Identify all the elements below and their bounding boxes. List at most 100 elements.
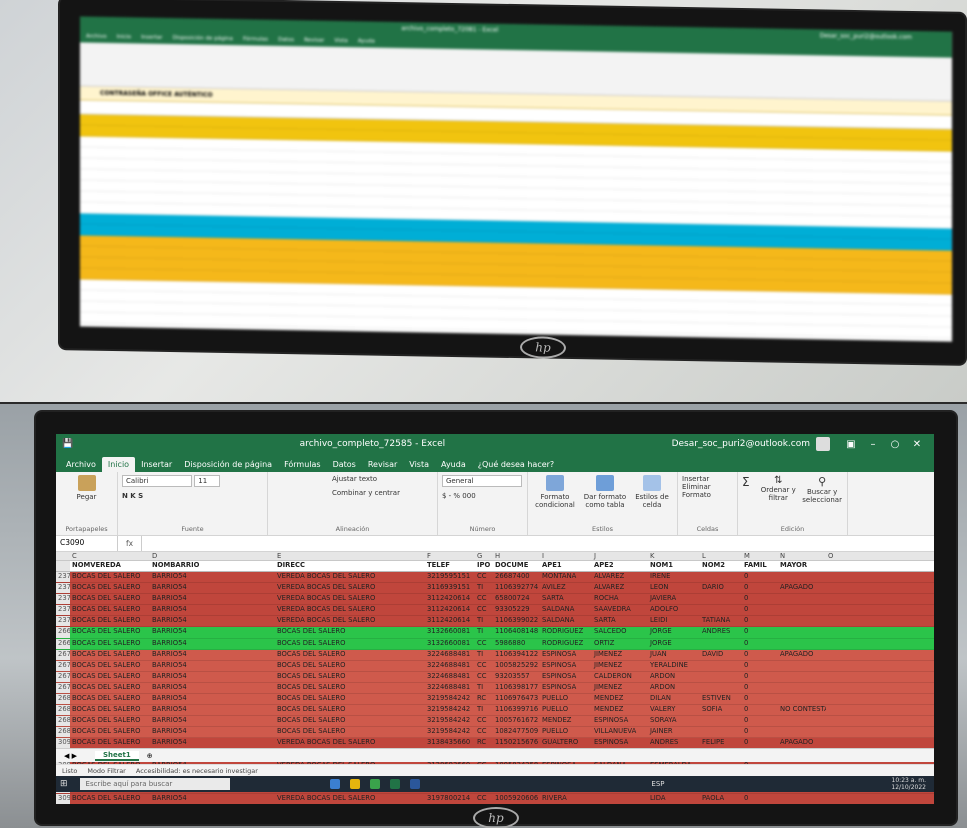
- table-cell[interactable]: ESPINOSA: [540, 672, 592, 682]
- table-cell[interactable]: CC: [475, 716, 493, 726]
- table-cell[interactable]: [778, 661, 826, 671]
- tab-datos[interactable]: Datos: [327, 457, 362, 472]
- table-cell[interactable]: APAGADO: [778, 583, 826, 593]
- table-cell[interactable]: PUELLO: [540, 727, 592, 737]
- table-cell[interactable]: BARRIO54: [150, 727, 275, 737]
- table-cell[interactable]: BARRIO54: [150, 683, 275, 693]
- sort-filter-button[interactable]: ⇅ Ordenar y filtrar: [759, 475, 797, 532]
- table-cell[interactable]: LEIDI: [648, 616, 700, 626]
- minimize-icon[interactable]: –: [862, 439, 884, 450]
- table-cell[interactable]: APAGADO: [778, 650, 826, 660]
- table-cell[interactable]: 1106399022: [493, 616, 540, 626]
- table-cell[interactable]: 3112420614: [425, 616, 475, 626]
- table-cell[interactable]: ESTIVEN: [700, 694, 742, 704]
- table-cell[interactable]: 0: [742, 605, 778, 615]
- table-cell[interactable]: 26687400: [493, 572, 540, 582]
- table-cell[interactable]: NO CONTESTARON: [778, 705, 826, 715]
- row-number[interactable]: 2664: [56, 627, 70, 638]
- font-size-select[interactable]: 11: [194, 475, 221, 487]
- bold-italic-underline[interactable]: N K S: [122, 492, 263, 500]
- table-cell[interactable]: RC: [475, 738, 493, 748]
- table-cell[interactable]: BARRIO54: [150, 627, 275, 637]
- table-cell[interactable]: MENDEZ: [592, 705, 648, 715]
- column-letter[interactable]: H: [493, 552, 540, 560]
- column-letter[interactable]: D: [150, 552, 275, 560]
- column-letter[interactable]: G: [475, 552, 493, 560]
- column-letter[interactable]: L: [700, 552, 742, 560]
- table-cell[interactable]: BOCAS DEL SALERO: [70, 605, 150, 615]
- table-cell[interactable]: BOCAS DEL SALERO: [70, 683, 150, 693]
- column-header[interactable]: NOMBARRIO: [150, 561, 275, 571]
- column-letter[interactable]: [56, 552, 70, 560]
- cell-styles-button[interactable]: Estilos de celda: [632, 475, 672, 532]
- table-cell[interactable]: MONTAÑA: [540, 572, 592, 582]
- table-cell[interactable]: 0: [742, 727, 778, 737]
- table-cell[interactable]: 3132660081: [425, 627, 475, 637]
- taskbar-excel-icon[interactable]: [389, 779, 400, 789]
- table-cell[interactable]: BOCAS DEL SALERO: [70, 794, 150, 804]
- table-cell[interactable]: 3132660081: [425, 639, 475, 649]
- table-cell[interactable]: BOCAS DEL SALERO: [70, 738, 150, 748]
- table-cell[interactable]: 1005920606: [493, 794, 540, 804]
- table-cell[interactable]: 1005761672: [493, 716, 540, 726]
- table-row[interactable]: 2664BOCAS DEL SALEROBARRIO54BOCAS DEL SA…: [56, 627, 934, 639]
- table-cell[interactable]: VILLANUEVA: [592, 727, 648, 737]
- table-cell[interactable]: AVILEZ: [540, 583, 592, 593]
- table-cell[interactable]: SORAYA: [648, 716, 700, 726]
- table-cell[interactable]: CC: [475, 639, 493, 649]
- row-number[interactable]: 2675: [56, 660, 70, 671]
- table-cell[interactable]: 0: [742, 683, 778, 693]
- column-header[interactable]: NOMVEREDA: [70, 561, 150, 571]
- table-row[interactable]: 2665BOCAS DEL SALEROBARRIO54BOCAS DEL SA…: [56, 638, 934, 650]
- column-letter[interactable]: O: [826, 552, 856, 560]
- taskbar-clock[interactable]: 10:23 a. m. 12/10/2022: [891, 777, 926, 791]
- table-cell[interactable]: 93305229: [493, 605, 540, 615]
- row-number[interactable]: 2676: [56, 671, 70, 682]
- table-cell[interactable]: YERALDINE: [648, 661, 700, 671]
- format-as-table-button[interactable]: Dar formato como tabla: [582, 475, 628, 532]
- close-icon[interactable]: ✕: [906, 439, 928, 450]
- maximize-icon[interactable]: ○: [884, 439, 906, 450]
- table-cell[interactable]: VEREDA BOCAS DEL SALERO: [275, 583, 425, 593]
- table-cell[interactable]: VEREDA BOCAS DEL SALERO: [275, 605, 425, 615]
- table-cell[interactable]: BOCAS DEL SALERO: [70, 616, 150, 626]
- table-cell[interactable]: BOCAS DEL SALERO: [275, 694, 425, 704]
- table-cell[interactable]: BOCAS DEL SALERO: [70, 650, 150, 660]
- table-cell[interactable]: BOCAS DEL SALERO: [70, 639, 150, 649]
- table-cell[interactable]: CC: [475, 794, 493, 804]
- table-cell[interactable]: DILAN: [648, 694, 700, 704]
- table-cell[interactable]: [700, 594, 742, 604]
- row-number[interactable]: 2372: [56, 572, 70, 583]
- table-cell[interactable]: BOCAS DEL SALERO: [70, 583, 150, 593]
- table-row[interactable]: 2375BOCAS DEL SALEROBARRIO54VEREDA BOCAS…: [56, 605, 934, 617]
- row-number[interactable]: 3095: [56, 793, 70, 804]
- row-number[interactable]: 3090: [56, 738, 70, 749]
- table-cell[interactable]: BARRIO54: [150, 572, 275, 582]
- tab-formulas[interactable]: Fórmulas: [278, 457, 327, 472]
- column-header[interactable]: FAMIL: [742, 561, 778, 571]
- table-cell[interactable]: 3219584242: [425, 716, 475, 726]
- table-cell[interactable]: BOCAS DEL SALERO: [275, 639, 425, 649]
- insert-button[interactable]: Insertar: [682, 475, 733, 483]
- row-number[interactable]: 2373: [56, 583, 70, 594]
- table-cell[interactable]: RODRIGUEZ: [540, 639, 592, 649]
- table-cell[interactable]: BOCAS DEL SALERO: [70, 727, 150, 737]
- table-cell[interactable]: 1106976473: [493, 694, 540, 704]
- table-cell[interactable]: BOCAS DEL SALERO: [275, 650, 425, 660]
- table-row[interactable]: 2684BOCAS DEL SALEROBARRIO54BOCAS DEL SA…: [56, 705, 934, 717]
- column-letter[interactable]: M: [742, 552, 778, 560]
- windows-start-icon[interactable]: ⊞: [60, 779, 68, 789]
- fx-icon[interactable]: fx: [118, 539, 141, 548]
- column-letter[interactable]: K: [648, 552, 700, 560]
- table-cell[interactable]: 0: [742, 639, 778, 649]
- table-cell[interactable]: [778, 616, 826, 626]
- table-cell[interactable]: BARRIO54: [150, 672, 275, 682]
- table-cell[interactable]: VEREDA BOCAS DEL SALERO: [275, 572, 425, 582]
- table-cell[interactable]: 3224688481: [425, 661, 475, 671]
- row-number[interactable]: 2665: [56, 638, 70, 649]
- taskbar-chrome-icon[interactable]: [369, 779, 380, 789]
- paste-button[interactable]: Pegar: [60, 493, 113, 501]
- table-cell[interactable]: 0: [742, 583, 778, 593]
- table-cell[interactable]: TI: [475, 705, 493, 715]
- table-cell[interactable]: CC: [475, 594, 493, 604]
